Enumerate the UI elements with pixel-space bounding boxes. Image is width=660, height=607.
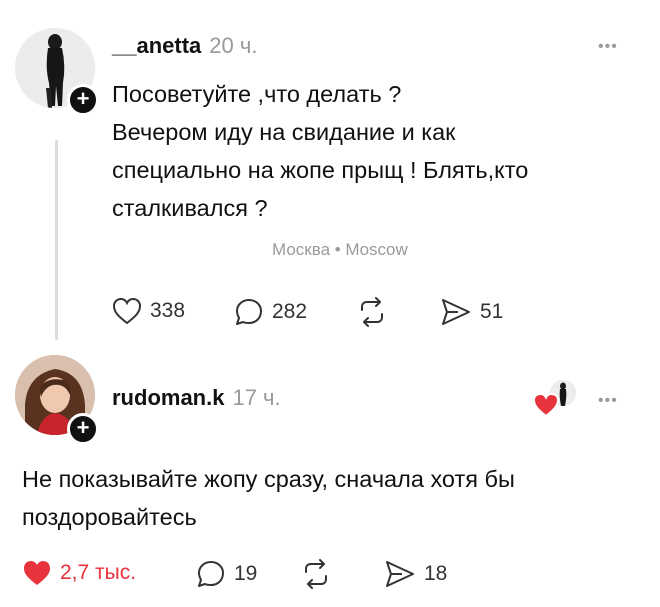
more-options-icon[interactable]: ••• <box>598 392 618 410</box>
reply-text-line: Не показывайте жопу сразу, сначала хотя … <box>22 466 515 492</box>
reply-text-line: поздоровайтесь <box>22 504 197 530</box>
like-count: 338 <box>150 299 186 322</box>
repost-icon <box>305 559 327 589</box>
timestamp: 20 ч. <box>209 33 258 58</box>
post-header: __anetta 20 ч. <box>112 33 257 59</box>
share-button[interactable]: 18 <box>384 559 447 589</box>
reply-text: Не показывайте жопу сразу, сначала хотя … <box>22 460 642 536</box>
comment-count: 19 <box>234 562 258 585</box>
post-text: Посоветуйте ,что делать ? Вечером иду на… <box>112 75 652 227</box>
comment-count: 282 <box>272 300 308 323</box>
like-button[interactable]: 2,7 тыс. <box>22 559 136 587</box>
reply-header: rudoman.k 17 ч. <box>112 385 281 411</box>
post-text-line: сталкивался ? <box>112 195 268 221</box>
repost-button[interactable] <box>356 297 388 327</box>
thread-line <box>55 140 58 340</box>
comment-icon <box>198 561 224 587</box>
heart-filled-icon <box>532 392 560 418</box>
post-text-line: специально на жопе прыщ ! Блять,кто <box>112 157 529 183</box>
send-icon <box>386 561 414 587</box>
comment-button[interactable]: 19 <box>196 559 257 589</box>
location-tag[interactable]: Москва • Moscow <box>272 240 408 260</box>
share-count: 18 <box>424 562 448 585</box>
repost-button[interactable] <box>300 559 332 589</box>
like-button[interactable]: 338 <box>112 297 185 325</box>
username[interactable]: __anetta <box>112 33 201 58</box>
post-text-line: Посоветуйте ,что делать ? <box>112 81 402 107</box>
like-count: 2,7 тыс. <box>60 561 137 584</box>
repost-icon <box>361 297 383 327</box>
timestamp: 17 ч. <box>232 385 281 410</box>
follow-button[interactable]: + <box>67 84 99 116</box>
heart-icon <box>112 297 142 325</box>
post-text-line: Вечером иду на свидание и как <box>112 119 456 145</box>
more-options-icon[interactable]: ••• <box>598 38 618 56</box>
share-button[interactable]: 51 <box>440 297 503 327</box>
comment-icon <box>236 299 262 325</box>
heart-filled-icon <box>24 561 50 585</box>
share-count: 51 <box>480 300 504 323</box>
follow-button[interactable]: + <box>67 413 99 445</box>
author-liked-badge <box>532 380 578 422</box>
comment-button[interactable]: 282 <box>234 297 307 327</box>
username[interactable]: rudoman.k <box>112 385 224 410</box>
send-icon <box>442 299 470 325</box>
